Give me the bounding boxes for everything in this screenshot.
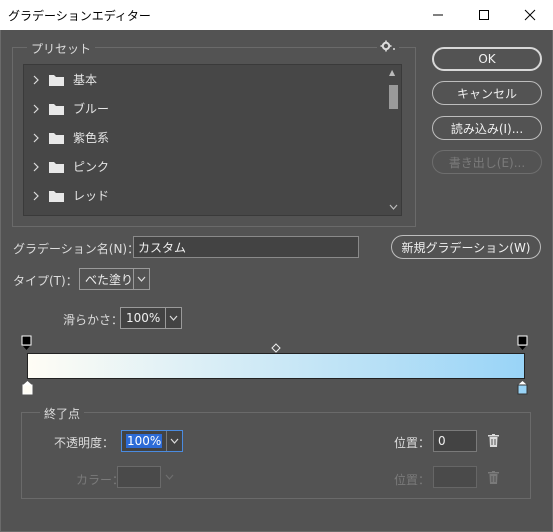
preset-scrollbar[interactable]: ▲ (386, 65, 401, 215)
gradient-preview-bar[interactable] (27, 353, 525, 379)
chevron-down-icon[interactable] (133, 269, 149, 289)
preset-item-label: レッド (73, 189, 110, 203)
preset-list: 基本 ブルー 紫色系 ピンク レッド ▲ (23, 64, 402, 216)
gear-icon (380, 40, 395, 52)
maximize-button[interactable] (461, 0, 507, 30)
folder-icon (49, 190, 64, 202)
ok-button[interactable]: OK (432, 47, 542, 71)
preset-item-label: 基本 (73, 73, 98, 87)
chevron-down-icon[interactable] (165, 474, 174, 480)
color-position-input[interactable] (433, 466, 477, 488)
color-stop-right[interactable] (517, 380, 529, 396)
gradient-editor-dialog: プリセット 基本 ブルー 紫色系 ピンク レッド ▲ OK キャンセル 読み込み… (0, 30, 553, 532)
stops-group-label: 終了点 (40, 405, 85, 422)
scroll-thumb[interactable] (389, 85, 398, 109)
type-select[interactable]: べた塗り (79, 268, 150, 290)
chevron-right-icon[interactable] (32, 75, 44, 85)
load-button[interactable]: 読み込み(I)... (432, 116, 542, 140)
smoothness-value: 100% (126, 311, 161, 325)
chevron-right-icon[interactable] (32, 191, 44, 201)
minimize-icon (433, 14, 443, 16)
opacity-value: 100% (126, 434, 163, 448)
folder-icon (49, 103, 64, 115)
preset-item-red[interactable]: レッド (24, 181, 401, 210)
opacity-label: 不透明度： (54, 436, 115, 450)
scroll-up-icon[interactable]: ▲ (389, 68, 395, 77)
midpoint-marker[interactable] (271, 343, 281, 353)
preset-item-label: 紫色系 (73, 131, 110, 145)
color-swatch[interactable] (117, 466, 161, 488)
close-icon (524, 9, 536, 21)
trash-icon[interactable] (488, 471, 499, 484)
opacity-input[interactable]: 100% (121, 430, 183, 452)
folder-icon (49, 74, 64, 86)
smoothness-label: 滑らかさ： (63, 313, 124, 327)
color-stop-left[interactable] (22, 380, 34, 396)
color-position-label: 位置： (394, 473, 431, 487)
preset-item-blue[interactable]: ブルー (24, 94, 401, 123)
chevron-down-icon[interactable] (166, 431, 182, 451)
smoothness-select[interactable]: 100% (120, 307, 182, 329)
preset-item-label: ブルー (73, 102, 110, 116)
stops-group: 終了点 不透明度： 100% 位置： 0 カラー： 位置： (21, 405, 531, 499)
window-title: グラデーションエディター (8, 9, 151, 23)
opacity-stop-right[interactable] (517, 335, 529, 351)
cancel-button[interactable]: キャンセル (432, 81, 542, 105)
close-button[interactable] (507, 0, 553, 30)
folder-icon (49, 132, 64, 144)
trash-icon[interactable] (488, 434, 499, 447)
chevron-right-icon[interactable] (32, 162, 44, 172)
minimize-button[interactable] (415, 0, 461, 30)
type-select-value: べた塗り (85, 272, 134, 287)
presets-group: プリセット 基本 ブルー 紫色系 ピンク レッド ▲ (12, 40, 416, 227)
scroll-down-icon[interactable] (389, 203, 398, 212)
opacity-position-input[interactable]: 0 (433, 430, 477, 452)
folder-icon (49, 161, 64, 173)
preset-item-purple[interactable]: 紫色系 (24, 123, 401, 152)
preset-item-basic[interactable]: 基本 (24, 65, 401, 94)
presets-settings-button[interactable] (377, 40, 399, 55)
gradient-name-label: グラデーション名(N)： (13, 242, 140, 256)
new-gradient-button[interactable]: 新規グラデーション(W) (391, 235, 541, 259)
preset-item-label: ピンク (73, 160, 110, 174)
preset-item-pink[interactable]: ピンク (24, 152, 401, 181)
chevron-down-icon[interactable] (165, 308, 181, 328)
maximize-icon (479, 10, 489, 20)
opacity-stop-left[interactable] (21, 335, 33, 351)
save-button[interactable]: 書き出し(E)... (432, 150, 542, 174)
chevron-right-icon[interactable] (32, 133, 44, 143)
opacity-position-label: 位置： (394, 436, 431, 450)
chevron-right-icon[interactable] (32, 104, 44, 114)
type-label: タイプ(T)： (13, 274, 78, 288)
title-bar: グラデーションエディター (0, 0, 553, 30)
presets-label: プリセット (27, 40, 96, 57)
gradient-name-input[interactable]: カスタム (133, 236, 359, 258)
